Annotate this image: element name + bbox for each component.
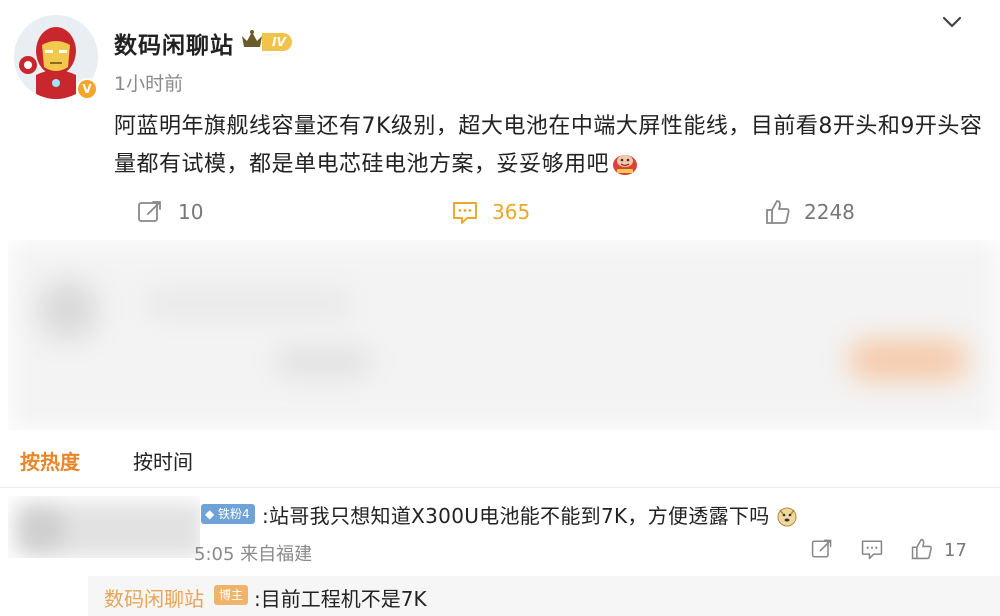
post-text-body: 阿蓝明年旗舰线容量还有7K级别，超大电池在中端大屏性能线，目前看8开头和9开头容…: [114, 114, 983, 177]
reply-username[interactable]: 数码闲聊站: [104, 583, 204, 612]
level-badge: IV: [262, 33, 292, 51]
chevron-down-icon[interactable]: [938, 10, 966, 34]
comment-meta: 5:05 来自福建: [194, 544, 313, 565]
sort-by-hot-tab[interactable]: 按热度: [20, 446, 80, 475]
repost-icon[interactable]: [136, 198, 164, 226]
comment-icon[interactable]: [451, 198, 479, 226]
reply-text: :目前工程机不是7K: [254, 587, 427, 611]
like-count[interactable]: 2248: [804, 200, 855, 224]
post-time: 1小时前: [114, 73, 184, 95]
comment-repost-icon[interactable]: [810, 537, 834, 561]
fan-badge-label: 铁粉4: [218, 507, 250, 521]
comment-like-icon[interactable]: [910, 537, 934, 561]
divider: [0, 487, 1000, 488]
comment-reply-icon[interactable]: [860, 537, 884, 561]
blogger-badge: 博主: [214, 585, 249, 605]
comment-body: :站哥我只想知道X300U电池能不能到7K，方便透露下吗: [262, 504, 770, 528]
comment-count[interactable]: 365: [492, 200, 530, 224]
awesome-emoji-icon: [613, 155, 638, 175]
like-icon[interactable]: [764, 198, 792, 226]
blurred-commenter: [8, 496, 200, 558]
comment-like-count[interactable]: 17: [944, 540, 967, 561]
post-username[interactable]: 数码闲聊站: [114, 26, 234, 60]
sort-by-time-tab[interactable]: 按时间: [133, 446, 193, 475]
fan-badge: ◆ 铁粉4: [201, 504, 255, 524]
blurred-content: [8, 240, 1000, 430]
repost-count[interactable]: 10: [178, 200, 203, 224]
post-text: 阿蓝明年旗舰线容量还有7K级别，超大电池在中端大屏性能线，目前看8开头和9开头容…: [114, 108, 984, 184]
comment-text: :站哥我只想知道X300U电池能不能到7K，方便透露下吗: [262, 500, 798, 529]
doge-emoji-icon: [777, 507, 797, 527]
verified-badge-icon: V: [76, 78, 98, 100]
crown-icon: [242, 30, 262, 47]
